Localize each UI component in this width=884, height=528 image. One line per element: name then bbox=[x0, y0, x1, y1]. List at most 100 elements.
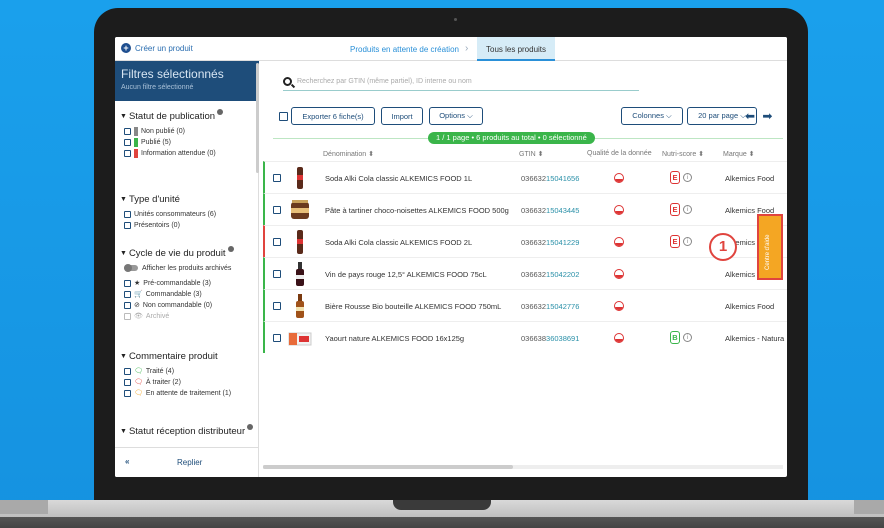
help-icon[interactable] bbox=[217, 108, 224, 115]
lifecycle-heading[interactable]: ▼ Cycle de vie du produit bbox=[120, 245, 234, 259]
filter-option[interactable]: 🗨 À traiter (2) bbox=[124, 377, 231, 387]
laptop-notch bbox=[393, 500, 491, 510]
table-row[interactable]: Soda Alki Cola classic ALKEMICS FOOD 1L 0… bbox=[263, 161, 787, 193]
help-center-label: Centre d'aide bbox=[765, 234, 771, 270]
checkbox[interactable] bbox=[124, 378, 131, 386]
checkbox[interactable] bbox=[124, 290, 131, 298]
product-name[interactable]: Soda Alki Cola classic ALKEMICS FOOD 2L bbox=[325, 238, 472, 247]
comment-heading[interactable]: ▼ Commentaire produit bbox=[120, 351, 231, 362]
table-row[interactable]: Soda Alki Cola classic ALKEMICS FOOD 2L 0… bbox=[263, 225, 787, 257]
row-checkbox[interactable] bbox=[273, 174, 281, 182]
table-row[interactable]: Pâte à tartiner choco-noisettes ALKEMICS… bbox=[263, 193, 787, 225]
status-color-bar bbox=[134, 126, 138, 136]
product-name[interactable]: Pâte à tartiner choco-noisettes ALKEMICS… bbox=[325, 206, 509, 215]
triangle-down-icon: ▼ bbox=[120, 428, 127, 435]
filter-option[interactable]: 👁 Archivé bbox=[124, 311, 234, 321]
column-header-nutriscore[interactable]: Nutri-score ⬍ bbox=[662, 150, 704, 158]
table-row[interactable]: Vin de pays rouge 12,5° ALKEMICS FOOD 75… bbox=[263, 257, 787, 289]
column-header-name[interactable]: Dénomination ⬍ bbox=[323, 150, 374, 158]
filter-option[interactable]: 🛒 Commandable (3) bbox=[124, 289, 234, 299]
column-header-gtin[interactable]: GTIN ⬍ bbox=[519, 150, 544, 158]
cart-icon: 🛒 bbox=[134, 291, 143, 298]
help-icon[interactable] bbox=[227, 245, 234, 252]
archive-toggle[interactable]: Afficher les produits archivés bbox=[124, 263, 234, 273]
filter-option[interactable]: 🗨 Traité (4) bbox=[124, 366, 231, 376]
row-checkbox[interactable] bbox=[273, 238, 281, 246]
data-quality-icon bbox=[614, 301, 624, 311]
selected-filters-title: Filtres sélectionnés bbox=[121, 67, 224, 81]
product-gtin: 03663215041229 bbox=[521, 238, 580, 247]
filter-option[interactable]: ⊘ Non commandable (0) bbox=[124, 300, 234, 310]
import-button[interactable]: Import bbox=[381, 107, 423, 125]
create-product-label: Créer un produit bbox=[135, 43, 193, 53]
checkbox[interactable] bbox=[124, 138, 131, 146]
triangle-down-icon: ▼ bbox=[120, 196, 127, 203]
filter-option[interactable]: ★ Pré-commandable (3) bbox=[124, 278, 234, 288]
nutriscore-badge: E bbox=[670, 203, 680, 216]
checkbox[interactable] bbox=[124, 149, 131, 157]
product-thumbnail bbox=[287, 229, 313, 255]
product-name[interactable]: Soda Alki Cola classic ALKEMICS FOOD 1L bbox=[325, 174, 472, 183]
horizontal-scrollbar[interactable] bbox=[263, 465, 783, 469]
star-icon: ★ bbox=[134, 280, 141, 287]
options-dropdown[interactable]: Options ⌵ bbox=[429, 107, 483, 125]
checkbox[interactable] bbox=[124, 312, 131, 320]
search-bar[interactable]: Recherchez par GTIN (même partiel), ID i… bbox=[283, 73, 639, 91]
checkbox[interactable] bbox=[124, 221, 131, 229]
info-icon[interactable]: i bbox=[683, 205, 692, 214]
table-row[interactable]: Bière Rousse Bio bouteille ALKEMICS FOOD… bbox=[263, 289, 787, 321]
checkbox[interactable] bbox=[124, 367, 131, 375]
data-quality-icon bbox=[614, 205, 624, 215]
help-icon[interactable] bbox=[247, 423, 254, 430]
search-input[interactable]: Recherchez par GTIN (même partiel), ID i… bbox=[297, 78, 472, 85]
product-thumbnail bbox=[287, 197, 313, 223]
comment-icon: 🗨 bbox=[134, 368, 143, 375]
filter-option[interactable]: Non publié (0) bbox=[124, 126, 223, 136]
unit-type-heading[interactable]: ▼ Type d'unité bbox=[120, 194, 216, 205]
checkbox[interactable] bbox=[124, 389, 131, 397]
filter-option[interactable]: 🗨 En attente de traitement (1) bbox=[124, 388, 231, 398]
columns-dropdown[interactable]: Colonnes ⌵ bbox=[621, 107, 683, 125]
collapse-sidebar-button[interactable]: « Replier bbox=[115, 447, 258, 477]
row-checkbox[interactable] bbox=[273, 206, 281, 214]
nutriscore-badge: E bbox=[670, 171, 680, 184]
product-gtin: 03663215043445 bbox=[521, 206, 580, 215]
data-quality-icon bbox=[614, 237, 624, 247]
callout-number-badge: 1 bbox=[709, 233, 737, 261]
select-all-checkbox[interactable] bbox=[279, 112, 288, 121]
distributor-status-heading[interactable]: ▼ Statut réception distributeur bbox=[120, 423, 254, 437]
pagination-arrows[interactable]: ⬅ ➡ bbox=[745, 109, 774, 123]
filter-option[interactable]: Publié (5) bbox=[124, 137, 223, 147]
info-icon[interactable]: i bbox=[683, 237, 692, 246]
product-name[interactable]: Bière Rousse Bio bouteille ALKEMICS FOOD… bbox=[325, 302, 501, 311]
tab-pending-products[interactable]: Produits en attente de création bbox=[350, 45, 459, 54]
product-gtin: 03663215042776 bbox=[521, 302, 580, 311]
distributor-status-filter: ▼ Statut réception distributeur bbox=[120, 423, 254, 441]
export-button[interactable]: Exporter 6 fiche(s) bbox=[291, 107, 375, 125]
row-checkbox[interactable] bbox=[273, 302, 281, 310]
sidebar-scrollbar[interactable] bbox=[256, 63, 259, 173]
product-name[interactable]: Vin de pays rouge 12,5° ALKEMICS FOOD 75… bbox=[325, 270, 487, 279]
info-icon[interactable]: i bbox=[683, 173, 692, 182]
column-header-quality[interactable]: Qualité de la donnée bbox=[587, 150, 652, 157]
publication-status-heading[interactable]: ▼ Statut de publication bbox=[120, 108, 224, 122]
info-icon[interactable]: i bbox=[683, 333, 692, 342]
checkbox[interactable] bbox=[124, 279, 131, 287]
product-name[interactable]: Yaourt nature ALKEMICS FOOD 16x125g bbox=[325, 334, 464, 343]
nutriscore-badge: E bbox=[670, 235, 680, 248]
tab-all-products[interactable]: Tous les produits bbox=[477, 37, 556, 61]
scrollbar-thumb[interactable] bbox=[263, 465, 513, 469]
create-product-button[interactable]: + Créer un produit bbox=[121, 43, 193, 53]
checkbox[interactable] bbox=[124, 210, 131, 218]
filter-option[interactable]: Information attendue (0) bbox=[124, 148, 223, 158]
column-header-brand[interactable]: Marque ⬍ bbox=[723, 150, 755, 158]
filter-option[interactable]: Présentoirs (0) bbox=[124, 220, 216, 230]
help-center-tab[interactable]: Centre d'aide bbox=[757, 214, 783, 280]
checkbox[interactable] bbox=[124, 127, 131, 135]
row-checkbox[interactable] bbox=[273, 334, 281, 342]
toggle-switch[interactable] bbox=[124, 264, 138, 272]
table-row[interactable]: Yaourt nature ALKEMICS FOOD 16x125g 03663… bbox=[263, 321, 787, 353]
filter-option[interactable]: Unités consommateurs (6) bbox=[124, 209, 216, 219]
row-checkbox[interactable] bbox=[273, 270, 281, 278]
checkbox[interactable] bbox=[124, 301, 131, 309]
